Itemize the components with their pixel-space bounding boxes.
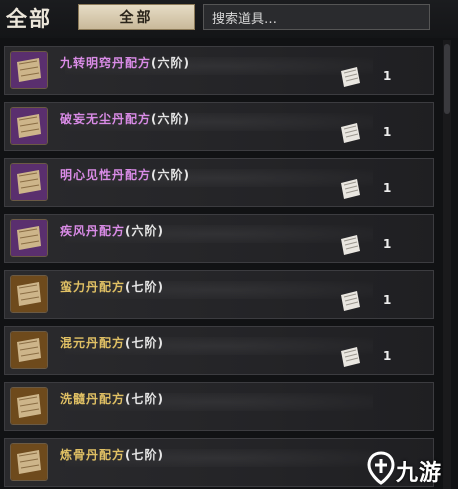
recipe-scroll-icon [10,275,48,313]
top-bar: 全部 全部 搜索道具… [0,0,458,38]
recipe-scroll-icon [10,443,48,481]
scroll-thumb[interactable] [444,44,450,114]
category-tab-all[interactable]: 全部 [78,4,195,30]
item-count: 1 [383,349,392,363]
list-item[interactable]: 九转明窍丹配方(六阶) 1 [4,46,434,95]
item-name: 洗髓丹配方(七阶) [60,392,164,406]
paper-icon [337,289,363,313]
item-count: 1 [383,237,392,251]
search-input[interactable]: 搜索道具… [203,4,430,30]
item-count: 1 [383,125,392,139]
list-item[interactable]: 洗髓丹配方(七阶) [4,382,434,431]
item-count: 1 [383,293,392,307]
list-item[interactable]: 混元丹配方(七阶) 1 [4,326,434,375]
recipe-scroll-icon [10,163,48,201]
recipe-scroll-icon [10,219,48,257]
list-item[interactable]: 疾风丹配方(六阶) 1 [4,214,434,263]
paper-icon [337,65,363,89]
item-name: 炼骨丹配方(七阶) [60,448,164,462]
item-count: 1 [383,181,392,195]
item-name: 九转明窍丹配方(六阶) [60,56,190,70]
watermark: 九游 [366,447,458,489]
jiuyou-logo-icon [367,451,395,485]
paper-icon [337,233,363,257]
recipe-scroll-icon [10,331,48,369]
recipe-scroll-icon [10,107,48,145]
recipe-scroll-icon [10,51,48,89]
list-item[interactable]: 明心见性丹配方(六阶) 1 [4,158,434,207]
item-name: 疾风丹配方(六阶) [60,224,164,238]
paper-icon [337,345,363,369]
scrollbar[interactable] [443,40,451,489]
watermark-text: 九游 [396,461,443,486]
list-item[interactable]: 蛮力丹配方(七阶) 1 [4,270,434,319]
item-name: 蛮力丹配方(七阶) [60,280,164,294]
recipe-scroll-icon [10,387,48,425]
item-name: 明心见性丹配方(六阶) [60,168,190,182]
paper-icon [337,121,363,145]
list-item[interactable]: 破妄无尘丹配方(六阶) 1 [4,102,434,151]
paper-icon [337,177,363,201]
item-name: 混元丹配方(七阶) [60,336,164,350]
item-name: 破妄无尘丹配方(六阶) [60,112,190,126]
item-count: 1 [383,69,392,83]
category-title: 全部 [6,6,52,31]
